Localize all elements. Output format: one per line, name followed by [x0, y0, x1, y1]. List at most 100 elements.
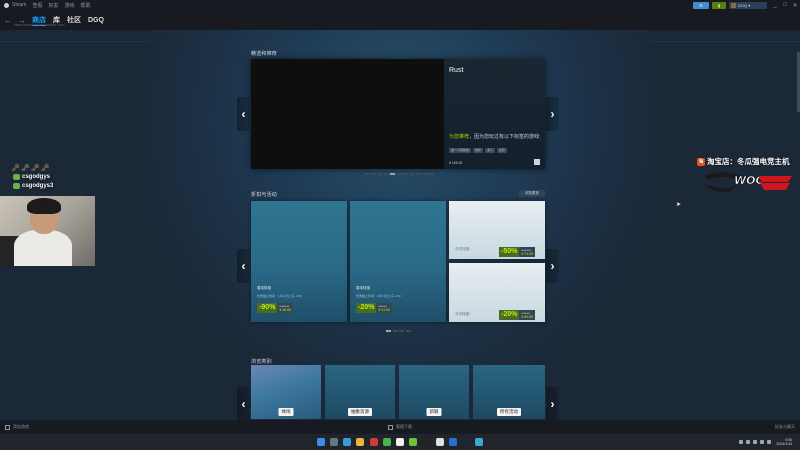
viewer-2: csgodgys3 [13, 183, 53, 189]
pager-dot[interactable] [405, 330, 411, 332]
app-icon[interactable] [409, 438, 418, 446]
tag[interactable]: 第一人称射击 [449, 148, 472, 153]
tray-icon[interactable] [738, 440, 743, 444]
svg-text:WOC: WOC [734, 174, 764, 187]
account-menu-button[interactable]: DGQ ▾ [729, 1, 767, 9]
tray-icon[interactable] [766, 440, 771, 444]
tab-profile[interactable]: DGQ [88, 17, 104, 24]
steam-taskbar-icon[interactable] [461, 438, 470, 446]
category-label: 新颖 [426, 408, 442, 416]
featured-carousel[interactable]: Rust 为您推荐，因为您玩过有以下标签的游戏: 第一人称射击 动作 多人 生存… [251, 59, 545, 169]
clock[interactable]: 0:00 2024/1/13 [776, 438, 792, 447]
notification-button[interactable]: ✉ [693, 1, 709, 9]
maximize-button[interactable]: □ [780, 0, 790, 10]
app-icon[interactable] [369, 438, 378, 446]
category-tile-1[interactable]: 休闲 [251, 365, 321, 419]
search-icon[interactable] [330, 438, 339, 446]
system-tray: 0:00 2024/1/13 [737, 438, 792, 447]
pager-dot[interactable] [403, 173, 408, 175]
menu-steam[interactable]: Steam [12, 2, 26, 8]
special-card-4[interactable]: 今日特惠! -20% ¥ 76.00 ¥ 60.80 [449, 263, 545, 322]
featured-prev-arrow-icon[interactable]: ‹ [237, 97, 250, 131]
app-icon[interactable] [448, 438, 457, 446]
account-name: DGQ ▾ [738, 2, 751, 8]
featured-game-name: Rust [449, 67, 464, 74]
pager-dot[interactable] [409, 173, 415, 175]
pager-dot[interactable] [364, 173, 369, 175]
categories-prev-arrow-icon[interactable]: ‹ [237, 387, 250, 421]
edge-icon[interactable] [343, 438, 352, 446]
app-icon[interactable] [382, 438, 391, 446]
minimize-button[interactable]: _ [770, 0, 780, 10]
plus-icon [5, 424, 10, 430]
tray-icon[interactable] [752, 440, 757, 444]
featured-next-arrow-icon[interactable]: › [546, 97, 559, 131]
pager-dot[interactable] [396, 173, 402, 175]
app-icon[interactable] [435, 438, 444, 446]
featured-price: ¥ 116.00 [449, 161, 463, 165]
add-game-button[interactable]: 添加游戏 [5, 424, 29, 430]
category-tile-4[interactable]: 所有活动 [473, 365, 545, 419]
pager-dot[interactable] [399, 330, 404, 332]
featured-info-panel[interactable]: Rust 为您推荐，因为您玩过有以下标签的游戏: 第一人称射击 动作 多人 生存… [444, 59, 545, 169]
app-icon[interactable] [422, 438, 431, 446]
start-icon[interactable] [316, 438, 325, 446]
nav-bar: ← → 商店 库 社区 DGQ https://store.steampower… [0, 10, 800, 30]
pager-dot[interactable] [370, 173, 376, 175]
clock-date: 2024/1/13 [776, 442, 792, 446]
specials-next-arrow-icon[interactable]: › [546, 249, 559, 283]
tag[interactable]: 动作 [473, 148, 484, 153]
pager-dot[interactable] [416, 173, 421, 175]
menu-friends[interactable]: 好友 [48, 2, 58, 9]
categories-next-arrow-icon[interactable]: › [546, 387, 559, 421]
specials-pager[interactable] [386, 330, 412, 332]
tray-icon[interactable] [745, 440, 750, 444]
discount-block: -20% ¥ 52.00 ¥ 41.60 [356, 303, 393, 313]
webcam-feed [0, 196, 95, 266]
tag[interactable]: 生存 [497, 148, 508, 153]
manage-downloads-button[interactable]: 管理下载 [388, 424, 412, 430]
specials-prev-arrow-icon[interactable]: ‹ [237, 249, 250, 283]
app-icon[interactable] [475, 438, 484, 446]
pager-dot[interactable] [422, 173, 428, 175]
menu-games[interactable]: 游戏 [64, 2, 74, 9]
category-tile-2[interactable]: 抽象资源 [325, 365, 395, 419]
folder-icon[interactable] [356, 438, 365, 446]
featured-pager[interactable] [364, 173, 436, 175]
featured-screenshot[interactable] [251, 59, 444, 169]
pager-dot-active[interactable] [386, 330, 391, 332]
discount-pct: -50% [499, 247, 520, 257]
pager-dot[interactable] [377, 173, 382, 175]
tray-icon[interactable] [759, 440, 764, 444]
windows-taskbar: 0:00 2024/1/13 [0, 434, 800, 450]
browse-more-button[interactable]: 浏览更多 [519, 190, 545, 197]
pager-dot[interactable] [392, 330, 398, 332]
card-label: 今日特惠! [455, 247, 470, 251]
pager-dot[interactable] [429, 173, 434, 175]
card-sub: 优惠截止时间：1月13日上午 2:00 [257, 294, 302, 298]
close-button[interactable]: ✕ [790, 0, 800, 10]
app-icon[interactable] [396, 438, 404, 446]
special-card-2[interactable]: 周末特惠 优惠截止时间：1月13日上午 2:00 -20% ¥ 52.00 ¥ 4… [350, 201, 446, 322]
featured-reason: 为您推荐，因为您玩过有以下标签的游戏: [449, 134, 541, 141]
special-card-3[interactable]: 今日特惠! -50% ¥ 148.00 ¥ 74.00 [449, 201, 545, 259]
back-arrow-icon[interactable]: ← [4, 16, 12, 25]
key-icons: 🗝🗝🗝🗝 [11, 165, 51, 172]
tab-community[interactable]: 社区 [67, 15, 81, 25]
green-status-button[interactable]: ▮ [712, 1, 726, 9]
url-text: https://store.steampowered.com/ [14, 23, 65, 27]
card-label: 周末特惠 [356, 286, 370, 290]
pager-dot-active[interactable] [390, 173, 395, 175]
discount-pct: -20% [499, 310, 520, 320]
menu-help[interactable]: 帮助 [81, 2, 91, 9]
viewer-name: csgodgys3 [22, 183, 54, 189]
specials-section-title: 折扣与活动 [251, 192, 278, 198]
tag[interactable]: 多人 [485, 148, 496, 153]
friends-chat-button[interactable]: 好友与聊天 [775, 424, 795, 430]
windows-platform-icon [534, 159, 540, 165]
pager-dot[interactable] [383, 173, 389, 175]
special-card-1[interactable]: 周末特惠 优惠截止时间：1月13日上午 2:00 -90% ¥ 185.00 ¥ … [251, 201, 347, 322]
discount-price: ¥ 148.00 ¥ 74.00 [519, 247, 536, 257]
menu-view[interactable]: 查看 [32, 2, 42, 9]
category-tile-3[interactable]: 新颖 [399, 365, 469, 419]
